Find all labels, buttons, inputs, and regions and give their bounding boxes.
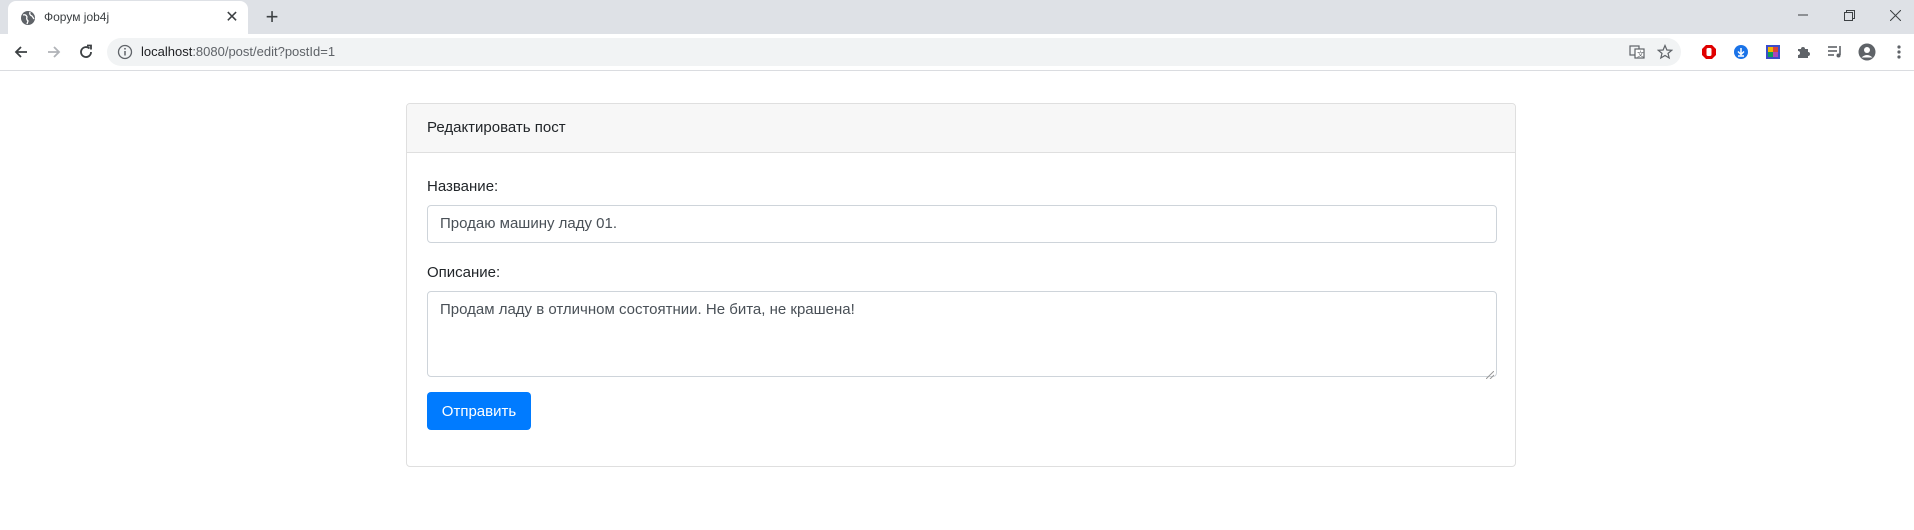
tab-strip: Форум job4j ✕ + (0, 0, 1914, 34)
svg-text:文: 文 (1637, 50, 1644, 59)
info-icon[interactable] (117, 44, 133, 60)
resize-handle-icon[interactable] (1485, 366, 1495, 380)
globe-icon (20, 10, 36, 26)
back-button[interactable] (9, 40, 33, 64)
close-window-button[interactable] (1872, 0, 1914, 30)
extensions-puzzle-icon[interactable] (1795, 43, 1813, 61)
bookmark-star-icon[interactable] (1656, 43, 1674, 61)
profile-avatar-icon[interactable] (1858, 43, 1876, 61)
name-input[interactable]: Продаю машину ладу 01. (427, 205, 1497, 243)
card-header: Редактировать пост (407, 104, 1515, 153)
url-host: localhost (141, 44, 193, 59)
adblock-extension-icon[interactable] (1700, 43, 1718, 61)
close-tab-icon[interactable]: ✕ (222, 8, 242, 28)
minimize-button[interactable] (1780, 0, 1826, 30)
reload-button[interactable] (74, 40, 98, 64)
color-extension-icon[interactable] (1764, 43, 1782, 61)
name-label: Название: (427, 178, 499, 195)
new-tab-button[interactable]: + (260, 6, 284, 30)
address-bar[interactable]: localhost:8080/post/edit?postId=1 文 (107, 38, 1681, 66)
download-extension-icon[interactable] (1732, 43, 1750, 61)
url-path: :8080/post/edit?postId=1 (192, 44, 336, 59)
browser-menu-icon[interactable] (1890, 43, 1908, 61)
translate-icon[interactable]: 文 (1628, 43, 1646, 61)
restore-button[interactable] (1826, 0, 1872, 30)
browser-tab[interactable]: Форум job4j ✕ (8, 1, 248, 34)
forward-button[interactable] (42, 40, 66, 64)
description-textarea[interactable]: Продам ладу в отличном состоятнии. Не би… (427, 291, 1497, 380)
submit-button[interactable]: Отправить (427, 392, 531, 430)
browser-toolbar: localhost:8080/post/edit?postId=1 文 (0, 34, 1914, 71)
media-control-icon[interactable] (1826, 43, 1844, 61)
url-text[interactable]: localhost:8080/post/edit?postId=1 (141, 44, 335, 59)
tab-title: Форум job4j (44, 10, 110, 24)
description-label: Описание: (427, 264, 501, 281)
description-text: Продам ладу в отличном состоятнии. Не би… (440, 301, 855, 318)
edit-post-card: Редактировать пост Название: Продаю маши… (406, 103, 1516, 467)
